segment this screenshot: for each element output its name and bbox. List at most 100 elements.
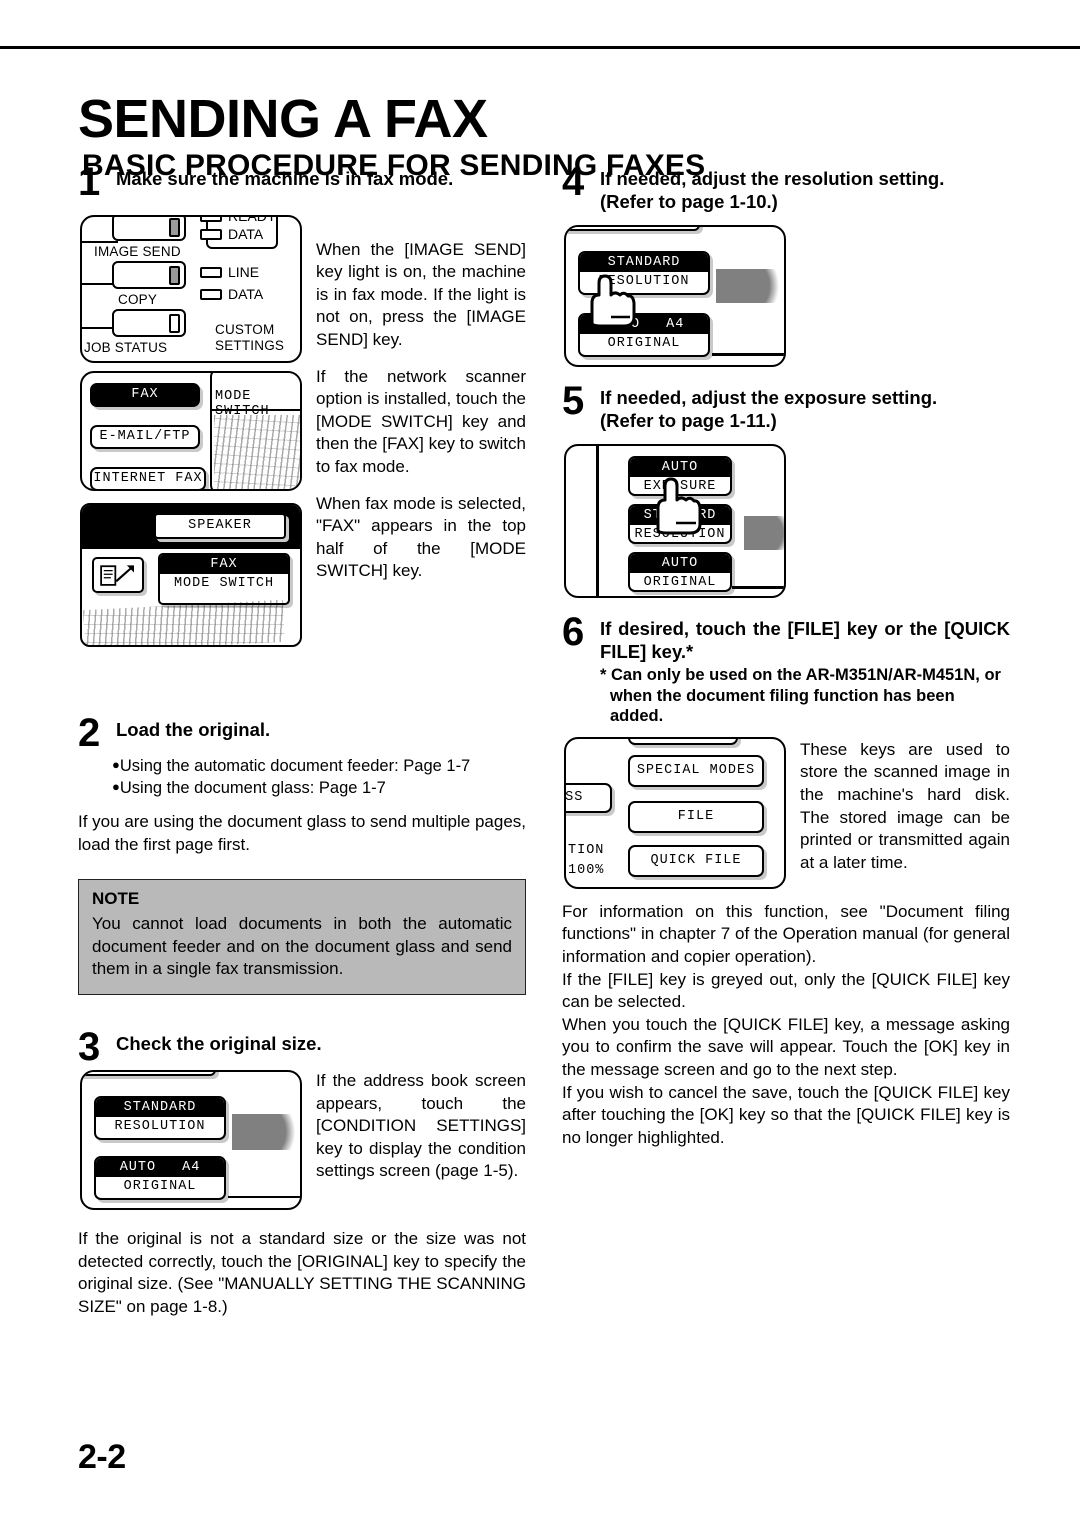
step-5-body: AUTO EXPOSURE STANDARD RESOLUTION AUTO O… — [562, 444, 1010, 610]
original-key-auto: AUTO — [119, 1159, 157, 1175]
resolution-key[interactable]: STANDARD RESOLUTION — [94, 1095, 226, 1140]
step-6-side-paragraph: These keys are used to store the scanned… — [800, 739, 1010, 872]
panel-divider — [228, 1195, 300, 1199]
job-status-key[interactable] — [112, 308, 186, 337]
original-key-bottom: ORIGINAL — [607, 336, 681, 352]
exposure-key[interactable]: AUTO EXPOSURE — [628, 456, 732, 497]
copy-label: COPY — [118, 291, 158, 307]
panel-left-rule — [596, 446, 599, 597]
resolution-key-bottom: RESOLUTION — [114, 1118, 206, 1134]
internet-fax-key[interactable]: INTERNET FAX — [90, 466, 206, 489]
header-rule — [0, 46, 1080, 49]
address-key-partial[interactable]: ESS — [566, 782, 612, 813]
step-6-number: 6 — [562, 610, 585, 655]
resolution-key-bottom: RESOLUTION — [634, 527, 726, 543]
step-3-heading: 3 Check the original size. — [78, 1027, 526, 1067]
email-ftp-key[interactable]: E-MAIL/FTP — [90, 424, 200, 449]
copy-key[interactable] — [112, 260, 186, 289]
step-6-body: SPECIAL MODES FILE QUICK FILE ESS TION 1… — [562, 736, 1010, 895]
send-icon-key[interactable] — [92, 556, 144, 593]
image-send-led-icon — [169, 217, 180, 237]
screen-texture — [214, 414, 300, 489]
step-5-heading: 5 If needed, adjust the exposure setting… — [562, 381, 1010, 432]
step-2-bullets: ●Using the automatic document feeder: Pa… — [112, 755, 526, 799]
resolution-key-top: STANDARD — [580, 253, 708, 273]
bullet-icon: ● — [112, 757, 120, 773]
original-key[interactable]: AUTO A4 ORIGINAL — [94, 1155, 226, 1200]
special-modes-key[interactable]: SPECIAL MODES — [628, 754, 764, 787]
ready-led-icon — [200, 216, 222, 222]
step-3-body: STANDARD RESOLUTION AUTO A4 ORIGINAL If … — [78, 1069, 526, 1220]
data-label-2: DATA — [228, 285, 264, 302]
resolution-panel-illustration: STANDARD RESOLUTION AUTO A4 ORIGINAL — [564, 225, 786, 368]
step-1-paragraph-1: When the [IMAGE SEND] key light is on, t… — [316, 239, 526, 349]
bullet-icon: ● — [112, 779, 120, 795]
exposure-panel-illustration: AUTO EXPOSURE STANDARD RESOLUTION AUTO O… — [564, 444, 786, 599]
note-body: You cannot load documents in both the au… — [92, 913, 512, 979]
step-2-paragraph: If you are using the document glass to s… — [78, 812, 526, 854]
manual-page: SENDING A FAX BASIC PROCEDURE FOR SENDIN… — [0, 0, 1080, 1528]
bullet-text-1: Using the automatic document feeder: Pag… — [119, 757, 471, 776]
custom-settings-label-1: CUSTOM — [215, 321, 275, 337]
resolution-key[interactable]: STANDARD RESOLUTION — [578, 251, 710, 296]
image-send-key[interactable] — [112, 216, 186, 241]
step-1-paragraph-3: When fax mode is selected, "FAX" appears… — [316, 493, 526, 581]
panel-divider — [732, 586, 784, 589]
step-6-paragraph-4: If you wish to cancel the save, touch th… — [562, 1082, 1010, 1147]
step-5-title: If needed, adjust the exposure setting. — [600, 387, 938, 409]
original-key-top: AUTO — [630, 554, 730, 574]
resolution-key[interactable]: STANDARD RESOLUTION — [628, 504, 732, 545]
speaker-key[interactable]: SPEAKER — [154, 512, 286, 539]
job-status-label: JOB STATUS — [84, 339, 168, 355]
resolution-key-top: STANDARD — [96, 1097, 224, 1117]
speaker-panel-illustration: SPEAKER FAX MODE SWITCH — [80, 502, 302, 647]
list-item: ●Using the automatic document feeder: Pa… — [112, 755, 526, 777]
step-6-heading: 6 If desired, touch the [FILE] key or th… — [562, 612, 1010, 726]
job-status-led-icon — [169, 313, 180, 333]
step-6-title: If desired, touch the [FILE] key or the … — [600, 618, 1010, 662]
custom-settings-label-2: SETTINGS — [215, 337, 285, 353]
file-panel-illustration: SPECIAL MODES FILE QUICK FILE ESS TION 1… — [564, 736, 786, 889]
step-6-paragraph-2: If the [FILE] key is greyed out, only th… — [562, 969, 1010, 1012]
fax-mode-key[interactable]: FAX — [90, 382, 200, 407]
page-title: SENDING A FAX — [78, 89, 488, 150]
arrow-blob — [232, 1113, 300, 1150]
data-led-icon-2 — [200, 288, 222, 300]
page-number: 2-2 — [78, 1438, 126, 1476]
quick-file-key[interactable]: QUICK FILE — [628, 844, 764, 877]
step-2-number: 2 — [78, 710, 101, 755]
step-4-title-2: (Refer to page 1-10.) — [600, 190, 778, 212]
step-1-title: Make sure the machine is in fax mode. — [116, 168, 454, 189]
step-5-number: 5 — [562, 379, 585, 424]
step-1-text: When the [IMAGE SEND] key light is on, t… — [316, 239, 526, 584]
file-key[interactable]: FILE — [628, 800, 764, 833]
original-key-auto: AUTO — [603, 317, 641, 333]
arrow-blob — [744, 516, 784, 551]
note-title: NOTE — [92, 888, 140, 908]
exposure-key-top: AUTO — [630, 458, 730, 478]
step-3-side-paragraph: If the address book screen appears, touc… — [316, 1070, 526, 1181]
step-6-footnote: * Can only be used on the AR-M351N/AR-M4… — [600, 666, 1001, 726]
step-2-heading: 2 Load the original. — [78, 713, 526, 753]
step-4-number: 4 — [562, 160, 585, 204]
data-label-1: DATA — [228, 225, 264, 242]
resolution-key-top: STANDARD — [630, 506, 730, 526]
ready-label: READY — [228, 214, 277, 224]
original-key[interactable]: AUTO A4 ORIGINAL — [578, 313, 710, 358]
step-1-number: 1 — [78, 160, 101, 204]
line-led-icon — [200, 266, 222, 278]
size-panel-illustration: STANDARD RESOLUTION AUTO A4 ORIGINAL — [80, 1069, 302, 1210]
mode-switch-key-bottom: MODE SWITCH — [173, 575, 275, 591]
original-key[interactable]: AUTO ORIGINAL — [628, 552, 732, 593]
step-4-title: If needed, adjust the resolution setting… — [600, 168, 945, 189]
step-3-paragraph-below: If the original is not a standard size o… — [78, 1228, 526, 1316]
step-2-title: Load the original. — [116, 718, 271, 740]
original-key-size: A4 — [182, 1159, 201, 1175]
resolution-key-bottom: RESOLUTION — [598, 274, 690, 290]
copy-led-icon — [169, 265, 180, 285]
partial-key-top — [566, 227, 700, 232]
step-1-heading: 1 Make sure the machine is in fax mode. — [78, 162, 526, 202]
mode-switch-divider — [212, 408, 300, 411]
mode-switch-key[interactable]: FAX MODE SWITCH — [158, 552, 290, 605]
panel-texture — [83, 599, 285, 645]
